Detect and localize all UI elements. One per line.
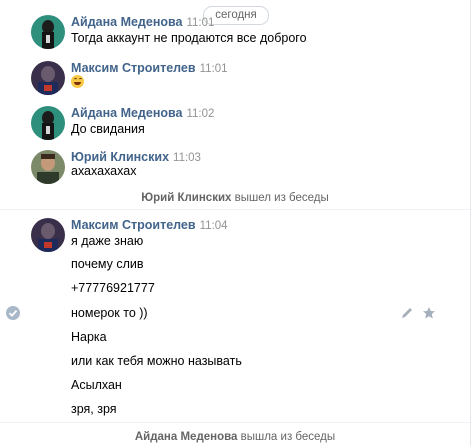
pencil-icon[interactable] — [400, 306, 414, 320]
message-header: Айдана Меденова 11:01 — [71, 15, 214, 29]
chat-history: сегодня Айдана Меденова 11:01 Тогда аккау… — [0, 0, 471, 446]
message-text: +77776921777 — [71, 281, 155, 295]
author-name[interactable]: Максим Строителев — [71, 218, 196, 232]
check-circle-icon[interactable] — [6, 306, 20, 320]
message-header: Максим Строителев 11:04 — [71, 218, 228, 232]
message-text: почему слив — [71, 257, 144, 271]
laughing-face-icon — [71, 75, 84, 88]
message-header: Максим Строителев 11:01 — [71, 61, 228, 75]
message-time[interactable]: 11:02 — [186, 108, 214, 120]
service-text: вышел из беседы — [234, 192, 329, 204]
message-text: ахахахахах — [71, 164, 137, 178]
message-header: Айдана Меденова 11:02 — [71, 106, 214, 120]
author-name[interactable]: Максим Строителев — [71, 61, 196, 75]
message-text — [71, 75, 84, 89]
service-message: Юрий Клинских вышел из беседы — [0, 192, 470, 204]
message-text: номерок то )) — [71, 306, 148, 320]
service-text: вышла из беседы — [240, 431, 336, 443]
divider — [0, 422, 470, 423]
message-text: Асылхан — [71, 378, 122, 392]
author-name[interactable]: Юрий Клинских — [71, 150, 169, 164]
message-header: Юрий Клинских 11:03 — [71, 150, 201, 164]
avatar[interactable] — [31, 106, 65, 140]
service-message: Айдана Меденова вышла из беседы — [0, 431, 470, 443]
message-text: зря, зря — [71, 402, 117, 416]
message-text: или как тебя можно называть — [71, 354, 242, 368]
author-name[interactable]: Айдана Меденова — [71, 15, 182, 29]
avatar[interactable] — [31, 15, 65, 49]
service-user-name[interactable]: Айдана Меденова — [135, 431, 238, 443]
message-text: Тогда аккаунт не продаются все доброго — [71, 31, 307, 45]
star-icon[interactable] — [422, 306, 436, 320]
avatar[interactable] — [31, 218, 65, 252]
divider — [0, 209, 470, 210]
message-time[interactable]: 11:01 — [186, 17, 214, 29]
avatar[interactable] — [31, 150, 65, 184]
author-name[interactable]: Айдана Меденова — [71, 106, 182, 120]
message-time[interactable]: 11:03 — [173, 152, 201, 164]
message-text: я даже знаю — [71, 234, 144, 248]
message-time[interactable]: 11:01 — [200, 63, 228, 75]
message-time[interactable]: 11:04 — [200, 220, 228, 232]
service-user-name[interactable]: Юрий Клинских — [141, 192, 231, 204]
message-text: До свидания — [71, 122, 145, 136]
avatar[interactable] — [31, 61, 65, 95]
message-text: Нарка — [71, 330, 107, 344]
